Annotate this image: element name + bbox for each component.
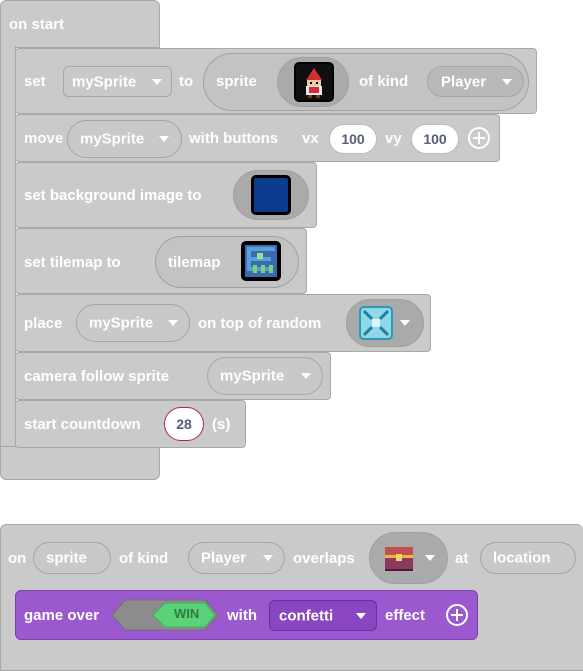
place-label: place (24, 315, 63, 332)
overlap-sprite-label: sprite (46, 549, 87, 567)
effect-value: confetti (279, 607, 334, 624)
vy-label: vy (385, 130, 402, 147)
countdown-input[interactable]: 28 (164, 407, 204, 441)
camera-variable-value: mySprite (220, 367, 285, 385)
chevron-down-icon (159, 136, 169, 142)
overlap-kind-dropdown[interactable]: Player (188, 542, 285, 574)
with-buttons-label: with buttons (189, 130, 279, 147)
win-toggle[interactable]: WIN (111, 599, 219, 631)
variable-dropdown[interactable]: mySprite (63, 66, 172, 97)
on-top-of-random-label: on top of random (198, 315, 322, 332)
camera-variable-dropdown[interactable]: mySprite (207, 357, 323, 395)
camera-follow-label: camera follow sprite (24, 368, 170, 385)
set-tilemap-label: set tilemap to (24, 254, 121, 271)
chevron-down-icon (356, 612, 366, 619)
kind-dropdown-value: Player (441, 73, 487, 90)
move-label: move (24, 130, 64, 147)
chevron-down-icon (168, 320, 178, 326)
maze-tilemap-icon[interactable] (241, 241, 281, 281)
tilemap-reporter-label: tilemap (168, 254, 221, 271)
move-variable-value: mySprite (80, 130, 145, 148)
on-label: on (8, 550, 27, 567)
vx-input[interactable]: 100 (329, 124, 377, 154)
add-parameter-button[interactable] (468, 127, 490, 149)
game-over-label: game over (24, 607, 100, 624)
overlaps-label: overlaps (293, 550, 355, 567)
win-value: WIN (174, 606, 200, 621)
location-reporter[interactable]: location (480, 542, 576, 574)
vx-label: vx (302, 130, 319, 147)
location-label: location (493, 549, 551, 567)
effect-dropdown[interactable]: confetti (269, 600, 377, 631)
win-toggle-shape (111, 599, 219, 631)
place-variable-dropdown[interactable]: mySprite (76, 304, 190, 342)
chevron-down-icon (301, 373, 311, 379)
move-variable-dropdown[interactable]: mySprite (67, 120, 182, 158)
effect-label: effect (385, 607, 426, 624)
overlap-tile-dropdown[interactable] (369, 532, 448, 584)
chevron-down-icon (263, 555, 273, 561)
place-variable-value: mySprite (89, 314, 154, 332)
dark-blue-background-icon (251, 175, 291, 215)
chevron-down-icon (152, 78, 162, 85)
red-wizard-sprite-icon (294, 62, 334, 102)
sprite-image-slot[interactable] (277, 57, 349, 107)
set-background-label: set background image to (24, 187, 202, 204)
on-start-left-rail (0, 46, 16, 448)
sprite-label: sprite (216, 73, 257, 90)
tile-dropdown[interactable] (346, 299, 424, 347)
overlap-sprite-slot[interactable]: sprite (33, 542, 111, 574)
cyan-tile-icon (359, 306, 393, 340)
kind-dropdown[interactable]: Player (427, 66, 524, 97)
of-kind-label: of kind (359, 73, 409, 90)
seconds-unit-label: (s) (212, 416, 231, 433)
treasure-chest-tile-icon (382, 541, 416, 575)
chevron-down-icon (502, 78, 512, 85)
start-countdown-label: start countdown (24, 416, 141, 433)
chevron-down-icon (400, 320, 410, 326)
overlap-kind-value: Player (201, 549, 247, 567)
chevron-down-icon (425, 555, 435, 561)
at-label: at (455, 550, 469, 567)
on-start-footer (0, 446, 160, 480)
vy-input[interactable]: 100 (411, 124, 459, 154)
variable-dropdown-value: mySprite (72, 73, 137, 90)
set-label: set (24, 73, 46, 90)
add-parameter-button[interactable] (446, 604, 468, 626)
background-image-slot[interactable] (233, 170, 309, 220)
with-label: with (227, 607, 257, 624)
to-label: to (179, 73, 194, 90)
overlap-of-kind-label: of kind (119, 550, 169, 567)
on-start-label: on start (9, 16, 65, 33)
